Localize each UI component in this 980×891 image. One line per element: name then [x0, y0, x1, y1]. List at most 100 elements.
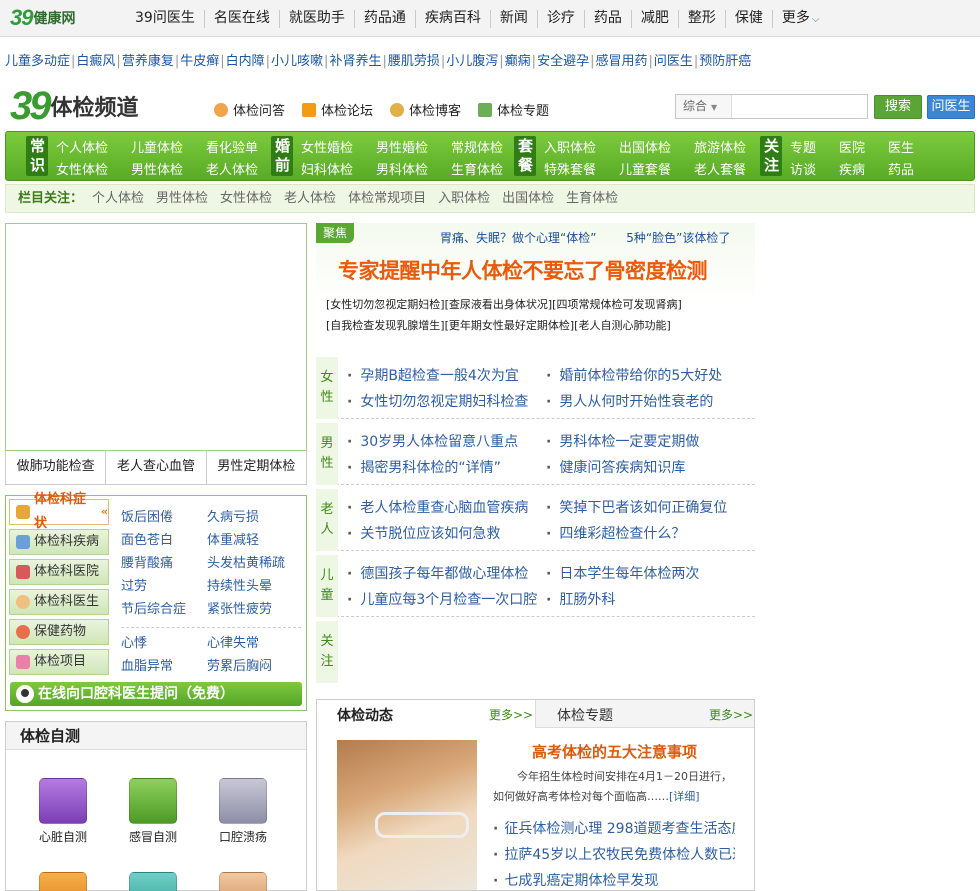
nav-link[interactable]: 看化验单 — [206, 137, 258, 159]
column-focus-link[interactable]: 出国体检 — [502, 185, 554, 212]
category-article-link[interactable]: 揭密男科体检的“详情” — [347, 457, 501, 477]
channel-link-forum[interactable]: 体检论坛 — [302, 100, 373, 119]
channel-logo[interactable]: 39 体检频道 — [10, 86, 139, 126]
topnav-item[interactable]: 名医在线 — [203, 10, 279, 28]
symptom-link[interactable]: 持续性头晕 — [207, 575, 293, 598]
nav-link[interactable]: 男性婚检 — [376, 137, 428, 159]
tab-news-active[interactable]: 体检动态 更多>> — [317, 700, 536, 728]
category-article-link[interactable]: 男人从何时开始性衰老的 — [546, 391, 713, 411]
topnav-item[interactable]: 保健 — [724, 10, 772, 28]
ask-doctor-button[interactable]: 问医生 — [927, 95, 975, 119]
topnav-more[interactable]: 更多 ⌵ — [771, 10, 819, 28]
self-test-more[interactable] — [198, 872, 288, 891]
ask-dentist-banner[interactable]: 在线向口腔科医生提问（免费） — [10, 682, 302, 706]
tab-topics[interactable]: 体检专题 — [557, 705, 613, 725]
column-focus-link[interactable]: 老人体检 — [284, 185, 336, 212]
column-focus-link[interactable]: 男性体检 — [156, 185, 208, 212]
keyword-link[interactable]: 感冒用药 — [595, 54, 647, 69]
column-focus-link[interactable]: 个人体检 — [92, 185, 144, 212]
slideshow-tab[interactable]: 男性定期体检 — [207, 451, 306, 484]
category-article-link[interactable]: 婚前体检带给你的5大好处 — [546, 365, 722, 385]
channel-link-topic[interactable]: 体检专题 — [478, 100, 549, 119]
keyword-link[interactable]: 癫痫 — [505, 54, 531, 69]
symptom-link[interactable]: 过劳 — [121, 575, 207, 598]
topnav-item[interactable]: 疾病百科 — [414, 10, 490, 28]
news-photo[interactable] — [337, 740, 477, 890]
symptom-link[interactable]: 久病亏损 — [207, 506, 293, 529]
nav-link[interactable]: 访谈 — [790, 159, 816, 181]
self-test-more[interactable] — [108, 872, 198, 891]
keyword-link[interactable]: 小儿咳嗽 — [271, 54, 323, 69]
symptom-link[interactable]: 劳累后胸闷 — [207, 655, 293, 678]
nav-link[interactable]: 老人套餐 — [694, 159, 746, 181]
symptom-link[interactable]: 面色苍白 — [121, 529, 207, 552]
symptom-link[interactable]: 饭后困倦 — [121, 506, 207, 529]
nav-link[interactable]: 女性体检 — [56, 159, 108, 181]
keyword-link[interactable]: 小儿腹泻 — [446, 54, 498, 69]
nav-link[interactable]: 女性婚检 — [301, 137, 353, 159]
self-test-mouth[interactable]: 口腔溃疡 — [198, 778, 288, 845]
tab-symptoms[interactable]: 体检科症状 « — [9, 492, 109, 531]
category-article-link[interactable]: 女性切勿忽视定期妇科检查 — [347, 391, 528, 411]
keyword-link[interactable]: 营养康复 — [122, 54, 174, 69]
topnav-item[interactable]: 诊疗 — [536, 10, 584, 28]
column-focus-link[interactable]: 女性体检 — [220, 185, 272, 212]
topnav-item[interactable]: 药品通 — [353, 10, 415, 28]
nav-link[interactable]: 特殊套餐 — [544, 159, 596, 181]
headline-link[interactable]: 专家提醒中年人体检不要忘了骨密度检测 — [338, 255, 708, 285]
keyword-link[interactable]: 牛皮癣 — [180, 54, 219, 69]
topnav-item[interactable]: 39问医生 — [126, 10, 204, 28]
keyword-link[interactable]: 问医生 — [654, 54, 693, 69]
keyword-link[interactable]: 儿童多动症 — [5, 54, 70, 69]
category-article-link[interactable]: 30岁男人体检留意八重点 — [347, 431, 518, 451]
nav-link[interactable]: 儿童体检 — [131, 137, 183, 159]
category-article-link[interactable]: 儿童应每3个月检查一次口腔 — [347, 589, 537, 609]
column-focus-link[interactable]: 生育体检 — [566, 185, 618, 212]
keyword-link[interactable]: 安全避孕 — [537, 54, 589, 69]
keyword-link[interactable]: 腰肌劳损 — [388, 54, 440, 69]
nav-link[interactable]: 妇科体检 — [301, 159, 353, 181]
focus-sublink-row[interactable]: [女性切勿忽视定期妇检][查尿液看出身体状况][四项常规体检可发现肾病] — [326, 298, 682, 311]
channel-link-qa[interactable]: 体检问答 — [214, 100, 285, 119]
tab-hospitals[interactable]: 体检科医院 — [9, 559, 109, 585]
slideshow-tab[interactable]: 做肺功能检查 — [6, 451, 107, 484]
search-button[interactable]: 搜索 — [874, 95, 922, 119]
category-article-link[interactable]: 孕期B超检查一般4次为宜 — [347, 365, 519, 385]
symptom-link[interactable]: 节后综合症 — [121, 598, 207, 621]
category-article-link[interactable]: 男科体检一定要定期做 — [546, 431, 699, 451]
nav-link[interactable]: 个人体检 — [56, 137, 108, 159]
nav-link[interactable]: 专题 — [790, 137, 816, 159]
column-focus-link[interactable]: 入职体检 — [438, 185, 490, 212]
tab-doctors[interactable]: 体检科医生 — [9, 589, 109, 615]
news-detail-link[interactable]: [详细] — [669, 790, 700, 803]
symptom-link[interactable]: 血脂异常 — [121, 655, 207, 678]
keyword-link[interactable]: 白癜风 — [76, 54, 115, 69]
keyword-link[interactable]: 补肾养生 — [329, 54, 381, 69]
nav-link[interactable]: 入职体检 — [544, 137, 596, 159]
topnav-item[interactable]: 药品 — [583, 10, 631, 28]
more-link[interactable]: 更多>> — [489, 706, 533, 723]
news-link[interactable]: 征兵体检测心理 298道题考查生活态度 — [493, 818, 735, 838]
self-test-cold[interactable]: 感冒自测 — [108, 778, 198, 845]
nav-link[interactable]: 男性体检 — [131, 159, 183, 181]
focus-top-link[interactable]: 胃痛、失眠？做个心理“体检” — [440, 231, 596, 245]
nav-link[interactable]: 疾病 — [839, 159, 865, 181]
category-article-link[interactable]: 老人体检重查心脑血管疾病 — [347, 497, 528, 517]
focus-sublink-row[interactable]: [自我检查发现乳腺增生][更年期女性最好定期体检][老人自测心肺功能] — [326, 319, 671, 332]
topnav-item[interactable]: 新闻 — [489, 10, 537, 28]
column-focus-link[interactable]: 体检常规项目 — [348, 185, 426, 212]
symptom-link[interactable]: 紧张性疲劳 — [207, 598, 293, 621]
tab-medicines[interactable]: 保健药物 — [9, 619, 109, 645]
category-article-link[interactable]: 日本学生每年体检两次 — [546, 563, 699, 583]
topnav-item[interactable]: 整形 — [677, 10, 725, 28]
nav-link[interactable]: 药品 — [888, 159, 914, 181]
topnav-item[interactable]: 就医助手 — [278, 10, 354, 28]
search-input[interactable] — [733, 95, 867, 118]
symptom-link[interactable]: 体重减轻 — [207, 529, 293, 552]
more-link[interactable]: 更多>> — [709, 706, 753, 723]
symptom-link[interactable]: 头发枯黄稀疏 — [207, 552, 293, 575]
category-article-link[interactable]: 四维彩超检查什么？ — [546, 523, 685, 543]
site-logo[interactable]: 39 健康网 — [10, 5, 75, 30]
symptom-link[interactable]: 腰背酸痛 — [121, 552, 207, 575]
keyword-link[interactable]: 预防肝癌 — [699, 54, 751, 69]
